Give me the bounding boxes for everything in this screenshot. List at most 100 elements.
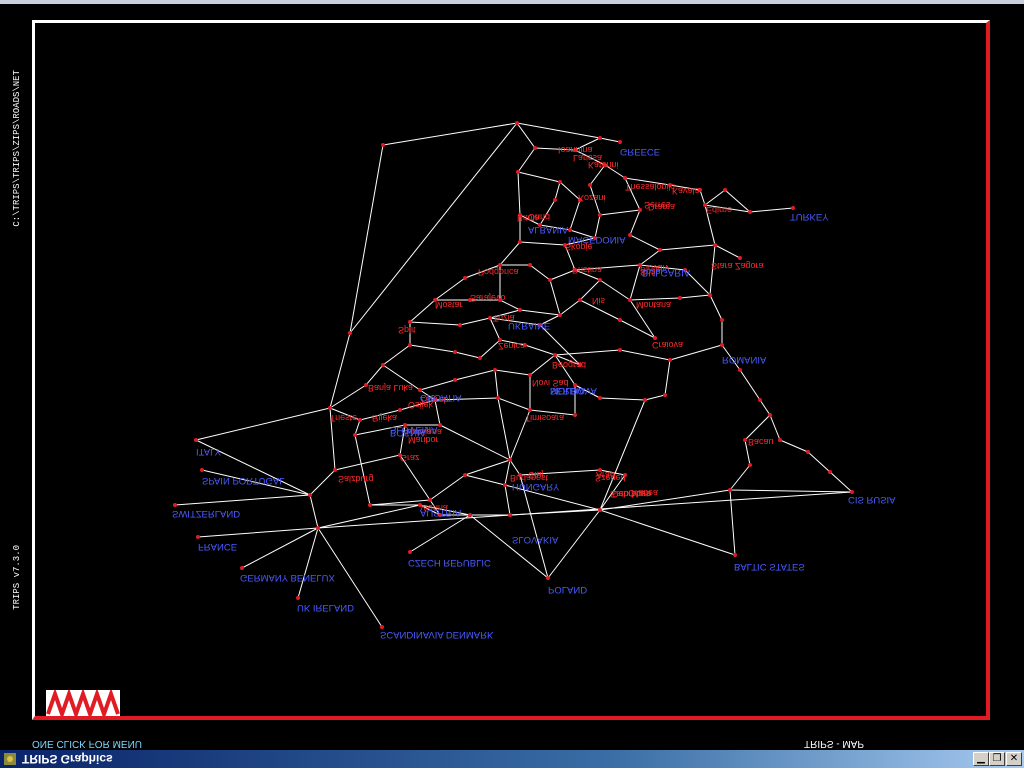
restore-button[interactable]: ❐ bbox=[989, 752, 1005, 766]
network-node bbox=[758, 398, 762, 402]
network-link bbox=[779, 439, 809, 453]
network-link bbox=[365, 364, 384, 386]
network-link bbox=[334, 454, 401, 471]
network-node bbox=[806, 450, 810, 454]
zone-label: ALBANIA bbox=[528, 224, 569, 235]
network-link bbox=[519, 309, 561, 316]
network-link bbox=[497, 397, 531, 411]
network-node bbox=[828, 470, 832, 474]
network-node bbox=[568, 228, 572, 232]
zone-label: HUNGARY bbox=[512, 481, 560, 492]
zone-label: CZECH REPUBLIC bbox=[408, 557, 491, 568]
network-node bbox=[558, 313, 562, 317]
zone-label: GREECE bbox=[620, 146, 660, 157]
network-node bbox=[358, 418, 362, 422]
city-label: Edirne bbox=[706, 205, 732, 215]
network-link bbox=[549, 279, 561, 316]
network-node bbox=[518, 240, 522, 244]
restore-icon: ❐ bbox=[992, 753, 1002, 764]
network-link bbox=[517, 147, 536, 173]
network-node bbox=[678, 296, 682, 300]
network-node bbox=[738, 256, 742, 260]
city-label: Zenica bbox=[498, 341, 525, 351]
network-link bbox=[749, 207, 794, 213]
network-node bbox=[748, 210, 752, 214]
minimize-button[interactable]: ▁ bbox=[973, 752, 989, 766]
network-link bbox=[509, 459, 521, 476]
network-node bbox=[713, 243, 717, 247]
network-node bbox=[663, 393, 667, 397]
network-link bbox=[504, 484, 511, 516]
city-label: Beograd bbox=[552, 360, 586, 370]
menu-hint-text[interactable]: ONE CLICK FOR MENU bbox=[32, 738, 142, 749]
network-link bbox=[714, 244, 741, 259]
network-link bbox=[619, 349, 671, 361]
network-node bbox=[478, 356, 482, 360]
network-link bbox=[464, 474, 506, 486]
network-link bbox=[829, 471, 853, 493]
zone-label: SPAIN PORTUGAL bbox=[202, 475, 285, 486]
city-label: Montana bbox=[636, 300, 671, 310]
network-link bbox=[409, 299, 436, 323]
city-label: Podgorica bbox=[478, 267, 519, 277]
network-node bbox=[558, 180, 562, 184]
network-node bbox=[333, 468, 337, 472]
city-label: Mostar bbox=[435, 300, 463, 310]
network-link bbox=[554, 181, 561, 201]
zone-label: GERMANY BENELUX bbox=[240, 572, 336, 583]
network-link bbox=[454, 351, 481, 359]
network-link bbox=[644, 394, 666, 401]
network-link bbox=[479, 339, 501, 359]
network-link bbox=[599, 209, 641, 216]
zone-label: SLOVENIA bbox=[390, 424, 438, 435]
network-node bbox=[628, 233, 632, 237]
network-link bbox=[499, 241, 521, 266]
network-link bbox=[497, 397, 511, 461]
zone-label: ROMANIA bbox=[722, 354, 767, 365]
city-label: Kavala bbox=[672, 186, 700, 196]
network-link bbox=[704, 189, 726, 206]
network-node bbox=[791, 206, 795, 210]
network-link bbox=[529, 264, 551, 281]
network-node bbox=[296, 596, 300, 600]
network-node bbox=[316, 526, 320, 530]
network-link bbox=[629, 234, 661, 251]
network-link bbox=[241, 527, 319, 569]
city-label: Kozani bbox=[578, 193, 606, 203]
network-node bbox=[778, 438, 782, 442]
network-node bbox=[553, 198, 557, 202]
app-status-text: TRIPS - MAP bbox=[804, 738, 865, 749]
network-node bbox=[618, 348, 622, 352]
network-node bbox=[546, 576, 550, 580]
network-node bbox=[493, 368, 497, 372]
network-node bbox=[668, 358, 672, 362]
network-link bbox=[409, 321, 461, 326]
network-node bbox=[408, 320, 412, 324]
road-network-map[interactable]: IoanninaLarissaKateriniThessalonikiKaval… bbox=[0, 0, 1024, 768]
close-button[interactable]: ✕ bbox=[1006, 752, 1022, 766]
city-label: Stara Zagora bbox=[711, 261, 764, 271]
zone-label: SCANDINAVIA DENMARK bbox=[380, 629, 494, 640]
network-link bbox=[309, 469, 336, 496]
network-link bbox=[554, 349, 621, 356]
city-label: Rijeka bbox=[372, 413, 397, 423]
zone-label: SWITZERLAND bbox=[172, 508, 240, 519]
network-link bbox=[569, 199, 581, 231]
city-label: Serres bbox=[644, 200, 671, 210]
network-link bbox=[516, 122, 601, 139]
window-titlebar[interactable]: TRIPS Graphics ▁ ❐ ✕ bbox=[0, 750, 1024, 768]
city-label: Ohrid bbox=[528, 212, 550, 222]
network-node bbox=[508, 513, 512, 517]
network-node bbox=[438, 423, 442, 427]
minimize-icon: ▁ bbox=[977, 753, 985, 764]
network-node bbox=[533, 146, 537, 150]
network-node bbox=[398, 408, 402, 412]
network-node bbox=[194, 438, 198, 442]
trips-logo bbox=[46, 687, 120, 721]
network-link bbox=[354, 434, 371, 506]
network-link bbox=[439, 424, 511, 461]
network-node bbox=[553, 353, 557, 357]
network-node bbox=[598, 508, 602, 512]
network-link bbox=[349, 144, 384, 334]
network-link bbox=[195, 407, 331, 441]
